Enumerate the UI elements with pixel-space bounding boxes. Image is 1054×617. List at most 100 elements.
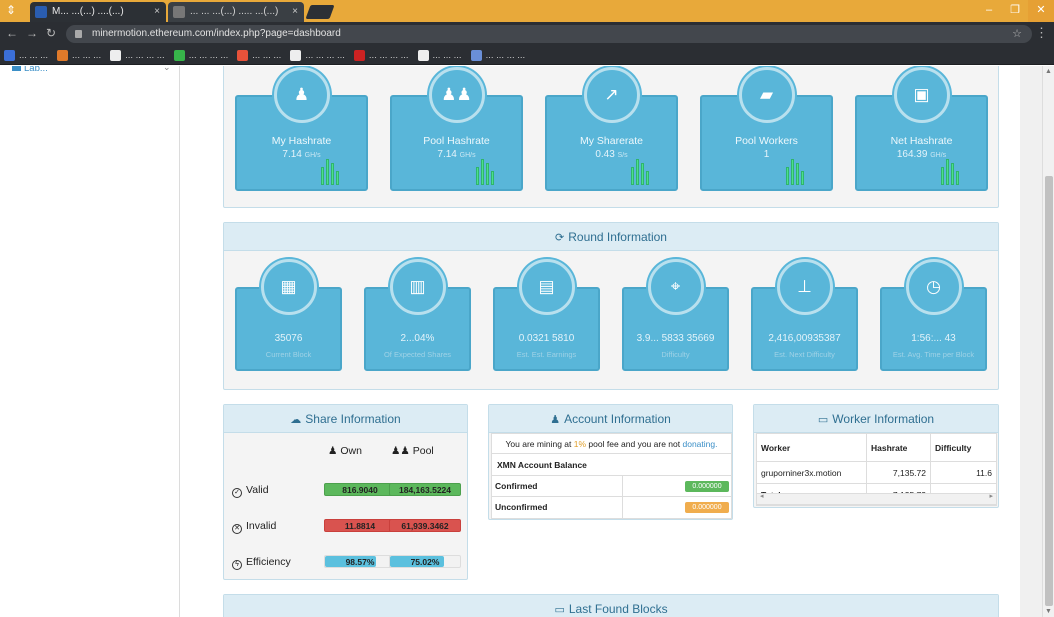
- stat-label: Pool Workers: [735, 135, 798, 147]
- bookmark-item[interactable]: ... ... ... ...: [110, 49, 165, 61]
- new-tab-button[interactable]: [305, 5, 335, 19]
- browser-tab-second[interactable]: ... ... ...(...) ..... ...(...) ×: [168, 2, 304, 22]
- round-sublabel: Est. Avg. Time per Block: [892, 350, 975, 359]
- browser-menu-kebab-icon[interactable]: ⋮: [1035, 25, 1048, 41]
- money-icon: ▤: [518, 259, 575, 315]
- bookmark-item[interactable]: ... ... ... ...: [353, 49, 409, 61]
- sparkline-bar: [951, 163, 954, 185]
- share-row-efficiency: ϟ Efficiency 98.57% 75.02%: [232, 555, 464, 573]
- account-information-heading: ♟ Account Information: [489, 405, 732, 433]
- stat-value-line: 164.39 GH/s: [857, 149, 986, 160]
- horizontal-scrollbar[interactable]: ◂ ▸: [756, 493, 997, 505]
- bookmark-item[interactable]: ... ... ...: [237, 49, 281, 61]
- sidebar-link-label: Lab...: [24, 66, 48, 74]
- scrollbar-thumb[interactable]: [1045, 176, 1053, 606]
- sparkline-bar: [941, 167, 944, 185]
- round-information-title: Round Information: [568, 230, 667, 244]
- account-box: You are mining at 1% pool fee and you ar…: [491, 433, 732, 519]
- hashrate-column-header: Hashrate: [866, 433, 931, 462]
- scroll-right-icon[interactable]: ▸: [989, 492, 993, 500]
- minimize-icon[interactable]: –: [976, 0, 1002, 22]
- workers-header-row: Worker Hashrate Difficulty: [756, 433, 997, 462]
- user-icon: ♟: [550, 414, 561, 426]
- stat-tile-net-hashrate: ▣ Net Hashrate 164.39 GH/s: [855, 67, 988, 191]
- cloud-icon: ☁: [290, 414, 302, 426]
- truck-icon: ▰: [738, 67, 795, 123]
- difficulty-column-header: Difficulty: [930, 433, 997, 462]
- round-value: 2...04%: [400, 333, 435, 344]
- bookmarks-bar: ... ... ... ... ... ... ... ... ... ......…: [0, 46, 1054, 65]
- scroll-left-icon[interactable]: ◂: [760, 492, 764, 500]
- vertical-scrollbar[interactable]: ▲ ▼: [1042, 66, 1054, 617]
- stat-unit: GH/s: [459, 152, 476, 159]
- round-sublabel: Of Expected Shares: [383, 350, 452, 359]
- chevron-down-icon[interactable]: ⌄: [163, 66, 171, 73]
- bookmark-item[interactable]: ... ... ... ...: [470, 49, 525, 61]
- browser-menu-icon[interactable]: ⇕: [4, 3, 18, 17]
- bookmark-favicon-icon: [290, 49, 302, 61]
- stat-value-line: 7.14 GH/s: [237, 149, 366, 160]
- worker-hashrate: 7,135.72: [866, 461, 931, 484]
- tab-close-icon[interactable]: ×: [154, 2, 160, 21]
- address-bar[interactable]: minermotion.ethereum.com/index.php?page=…: [66, 25, 1032, 43]
- last-found-blocks-panel: ▭ Last Found Blocks: [223, 594, 999, 617]
- maximize-icon[interactable]: ❐: [1002, 0, 1028, 22]
- round-tile: ▤ 0.0321 5810 Est. Est. Earnings: [493, 259, 600, 371]
- forward-icon[interactable]: →: [26, 26, 38, 41]
- worker-difficulty: 11.6: [930, 461, 997, 484]
- sidebar-link[interactable]: Lab...: [12, 66, 48, 74]
- sparkline-bar: [796, 163, 799, 185]
- stat-value-line: 7.14 GH/s: [392, 149, 521, 160]
- back-icon[interactable]: ←: [6, 26, 18, 41]
- stat-value: 0.43: [595, 149, 615, 160]
- round-sublabel: Est. Est. Earnings: [516, 350, 577, 359]
- user-icon: ♟: [328, 445, 341, 457]
- bookmark-favicon-icon: [237, 49, 249, 61]
- last-found-blocks-title: Last Found Blocks: [568, 602, 668, 616]
- stat-label: Pool Hashrate: [423, 135, 490, 147]
- overview-panel: ♟ My Hashrate 7.14 GH/s ♟♟ Pool Hashrate 7.14…: [223, 66, 999, 208]
- tab-close-icon[interactable]: ×: [292, 2, 298, 21]
- own-column-label: Own: [340, 445, 362, 457]
- scroll-down-icon[interactable]: ▼: [1045, 608, 1052, 615]
- bookmark-item[interactable]: ... ... ... ...: [173, 49, 228, 61]
- stat-unit: GH/s: [930, 152, 947, 159]
- round-sublabel: Difficulty: [661, 350, 690, 359]
- bookmark-item[interactable]: ... ... ...: [57, 49, 101, 61]
- share-row-label: ✕ Invalid: [232, 520, 276, 534]
- round-value: 0.0321 5810: [518, 333, 575, 344]
- scroll-up-icon[interactable]: ▲: [1045, 68, 1052, 75]
- bookmark-item[interactable]: ... ... ...: [417, 49, 462, 61]
- stat-unit: S/s: [617, 152, 628, 159]
- bookmark-item[interactable]: ... ... ...: [4, 49, 48, 61]
- unconfirmed-label: Unconfirmed: [495, 502, 548, 512]
- confirmed-balance-badge: 0.000000: [685, 481, 729, 492]
- browser-tab-dashboard[interactable]: M... ...(...) ....(...) ×: [30, 2, 166, 22]
- page-info-icon[interactable]: [75, 30, 82, 38]
- window-close-icon[interactable]: ✕: [1028, 0, 1054, 22]
- sparkline-bar: [641, 163, 644, 185]
- invalid-icon: ✕: [232, 524, 242, 534]
- sparkline-bars: [321, 159, 339, 185]
- bookmark-item[interactable]: ... ... ... ...: [290, 49, 345, 61]
- main-content: ♟ My Hashrate 7.14 GH/s ♟♟ Pool Hashrate 7.14…: [180, 66, 1020, 617]
- reload-icon[interactable]: ↻: [46, 26, 56, 41]
- save-icon: ▣: [893, 67, 950, 123]
- bookmark-label: ... ... ... ...: [305, 49, 345, 61]
- share-information-heading: ☁ Share Information: [224, 405, 467, 433]
- stat-tile-my-sharerate: ↗ My Sharerate 0.43 S/s: [545, 67, 678, 191]
- address-text: minermotion.ethereum.com/index.php?page=…: [92, 28, 341, 39]
- round-tile: ▥ 2...04% Of Expected Shares: [364, 259, 471, 371]
- sparkline-bars: [476, 159, 494, 185]
- own-invalid-value: 11.8814: [324, 519, 396, 532]
- share-row-label: ✓ Valid: [232, 484, 269, 498]
- donating-link[interactable]: donating.: [682, 439, 717, 449]
- share-information-title: Share Information: [305, 412, 401, 426]
- sparkline-bar: [786, 167, 789, 185]
- bookmark-star-icon[interactable]: ☆: [1012, 25, 1022, 43]
- pool-efficiency-bar: 75.02%: [389, 555, 461, 568]
- worker-information-title: Worker Information: [832, 412, 935, 426]
- bookmark-favicon-icon: [173, 49, 185, 61]
- grid-icon: ▦: [260, 259, 317, 315]
- round-value: 35076: [274, 333, 303, 344]
